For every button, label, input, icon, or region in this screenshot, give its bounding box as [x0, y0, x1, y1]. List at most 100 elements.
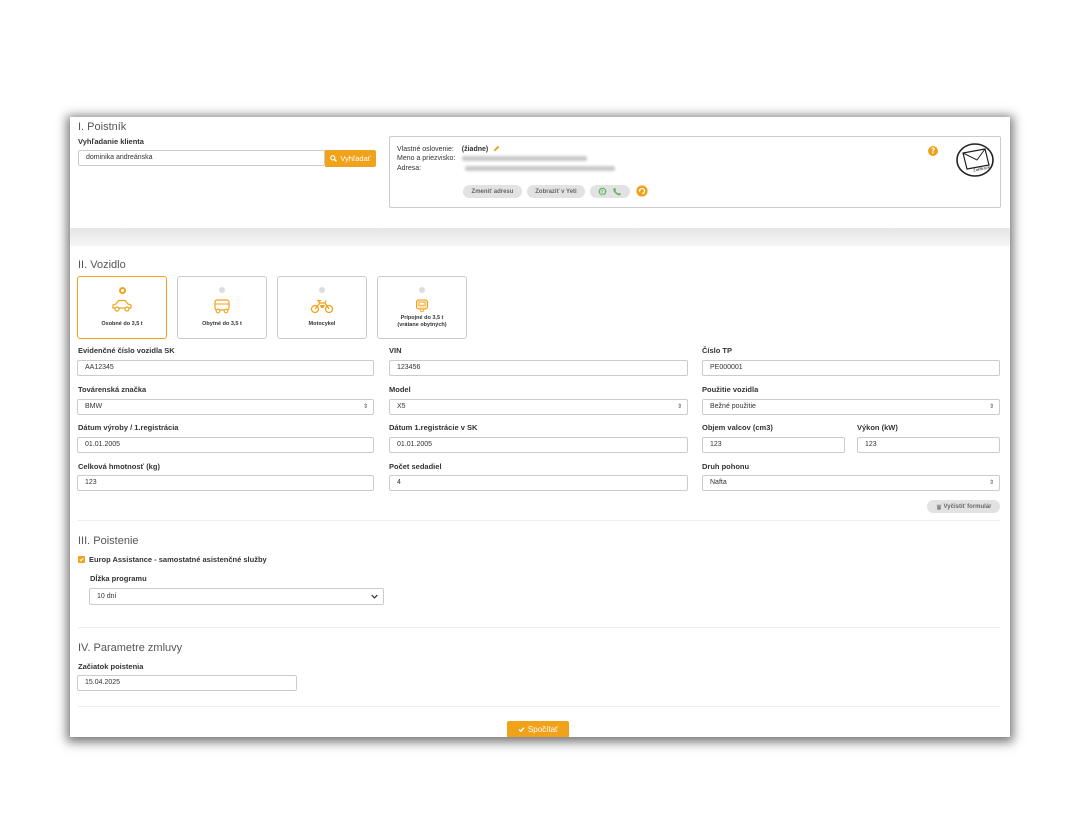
tp-label: Číslo TP — [702, 346, 733, 355]
select-caret-icon: ⇕ — [362, 404, 368, 410]
section-title-insurance: III. Poistenie — [78, 535, 139, 547]
svg-text:@: @ — [600, 189, 606, 195]
divider — [78, 706, 1000, 707]
radio-trailer[interactable] — [419, 287, 425, 293]
vin-label: VIN — [389, 346, 402, 355]
pencil-icon[interactable] — [493, 145, 500, 152]
tile-label-trailer-line1: Prípojné do 3,5 t — [400, 315, 444, 321]
search-button-label: Vyhľadať — [340, 154, 371, 163]
salutation-value: (žiadne) — [461, 146, 489, 153]
name-label: Meno a priezvisko: — [397, 155, 456, 162]
calculate-button-label: Spočítať — [527, 725, 559, 734]
car-icon — [112, 299, 132, 312]
form-window: I. Poistník Vyhľadanie klienta dominika … — [70, 117, 1010, 737]
drive-select-value: Nafta — [710, 479, 727, 486]
vehicle-type-camper[interactable]: Obytné do 3,5 t — [177, 276, 267, 339]
tile-label-trailer-line2: (vrátane obytných) — [397, 322, 447, 328]
section-title-contract: IV. Parametre zmluvy — [78, 642, 183, 654]
drive-label: Druh pohonu — [702, 462, 750, 471]
clear-form-label: Vyčistiť formulár — [943, 503, 992, 510]
client-search-input[interactable]: dominika andreánska — [78, 150, 325, 166]
search-icon — [330, 155, 338, 162]
radio-camper[interactable] — [219, 287, 225, 293]
calculate-button[interactable]: Spočítať — [507, 721, 569, 737]
salutation-label: Vlastné oslovenie: — [397, 146, 454, 153]
production-date-input[interactable]: 01.01.2005 — [77, 437, 374, 453]
vehicle-type-trailer[interactable]: Prípojné do 3,5 t (vrátane obytných) — [377, 276, 467, 339]
client-search-label: Vyhľadanie klienta — [78, 137, 144, 146]
help-icon[interactable]: ? — [928, 146, 938, 156]
motorcycle-icon — [310, 299, 334, 314]
weight-label: Celková hmotnosť (kg) — [78, 462, 160, 471]
stamp-logo: Zaklikané — [955, 141, 995, 179]
brand-label: Továrenská značka — [78, 385, 147, 394]
vehicle-type-passenger[interactable]: Osobné do 3,5 t — [77, 276, 167, 339]
drive-select[interactable]: Nafta ⇕ — [702, 475, 1000, 491]
name-value-redacted — [462, 155, 588, 161]
usage-label: Použitie vozidla — [702, 385, 759, 394]
select-caret-icon: ⇕ — [676, 404, 682, 410]
power-input[interactable]: 123 — [857, 437, 1000, 453]
name-row: Meno a priezvisko: — [397, 155, 588, 162]
divider — [78, 627, 1000, 628]
registration-date-label: Dátum 1.registrácie v SK — [389, 423, 478, 432]
program-length-select[interactable]: 10 dní — [89, 588, 384, 605]
evc-input[interactable]: AA12345 — [77, 360, 374, 376]
show-in-yeti-button[interactable]: Zobraziť v Yeti — [527, 185, 585, 198]
select-caret-icon: ⇕ — [988, 480, 994, 486]
start-date-input[interactable]: 15.04.2025 — [77, 675, 297, 691]
tile-label-trailer: Prípojné do 3,5 t (vrátane obytných) — [378, 315, 466, 329]
email-icon[interactable]: @ — [598, 187, 607, 196]
tp-input[interactable]: PE000001 — [702, 360, 1000, 376]
brand-select-value: BMW — [85, 403, 103, 410]
address-value-redacted — [465, 165, 616, 171]
trailer-icon — [416, 299, 428, 313]
brand-select[interactable]: BMW ⇕ — [77, 399, 374, 415]
divider — [78, 520, 1000, 521]
power-label: Výkon (kW) — [857, 423, 898, 432]
change-address-button[interactable]: Zmeniť adresu — [463, 185, 522, 198]
stamp-icon — [956, 143, 994, 177]
vehicle-type-motorcycle[interactable]: Motocykel — [277, 276, 367, 339]
refresh-icon[interactable] — [636, 185, 648, 197]
contact-buttons[interactable]: @ — [590, 185, 630, 198]
tile-label-passenger: Osobné do 3,5 t — [101, 321, 143, 327]
model-label: Model — [389, 385, 411, 394]
evc-label: Evidenčné číslo vozidla SK — [78, 346, 175, 355]
phone-icon[interactable] — [612, 187, 622, 197]
address-label: Adresa: — [397, 165, 422, 172]
model-select-value: X5 — [397, 403, 406, 410]
tile-label-camper: Obytné do 3,5 t — [202, 321, 242, 327]
model-select[interactable]: X5 ⇕ — [389, 399, 688, 415]
camper-icon — [214, 299, 230, 314]
weight-input[interactable]: 123 — [77, 475, 374, 491]
check-icon — [79, 557, 84, 562]
radio-passenger[interactable] — [118, 287, 126, 294]
usage-select-value: Bežné použitie — [710, 403, 756, 410]
check-icon — [518, 727, 525, 733]
search-button[interactable]: Vyhľadať — [325, 150, 376, 167]
seats-input[interactable]: 4 — [389, 475, 688, 491]
radio-motorcycle[interactable] — [319, 287, 325, 293]
chevron-down-icon — [371, 594, 378, 599]
engine-volume-label: Objem valcov (cm3) — [702, 423, 773, 432]
registration-date-input[interactable]: 01.01.2005 — [389, 437, 688, 453]
address-row: Adresa: — [397, 165, 616, 172]
engine-volume-input[interactable]: 123 — [702, 437, 845, 453]
salutation-row: Vlastné oslovenie: (žiadne) — [397, 145, 500, 153]
program-length-value: 10 dní — [97, 593, 117, 600]
svg-text:?: ? — [931, 147, 935, 156]
vin-input[interactable]: 123456 — [389, 360, 688, 376]
section-title-vehicle: II. Vozidlo — [78, 259, 126, 271]
seats-label: Počet sedadiel — [389, 462, 442, 471]
europ-assistance-checkbox[interactable] — [78, 556, 85, 563]
select-caret-icon: ⇕ — [988, 404, 994, 410]
section-title-policyholder: I. Poistník — [78, 121, 127, 133]
clear-form-button[interactable]: Vyčistiť formulár — [927, 500, 1000, 513]
europ-assistance-label: Europ Assistance - samostatné asistenčné… — [89, 555, 267, 564]
trash-icon — [936, 504, 941, 510]
usage-select[interactable]: Bežné použitie ⇕ — [702, 399, 1000, 415]
section-separator — [70, 228, 1010, 246]
start-date-label: Začiatok poistenia — [78, 662, 144, 671]
europ-assistance-row: Europ Assistance - samostatné asistenčné… — [78, 555, 267, 564]
